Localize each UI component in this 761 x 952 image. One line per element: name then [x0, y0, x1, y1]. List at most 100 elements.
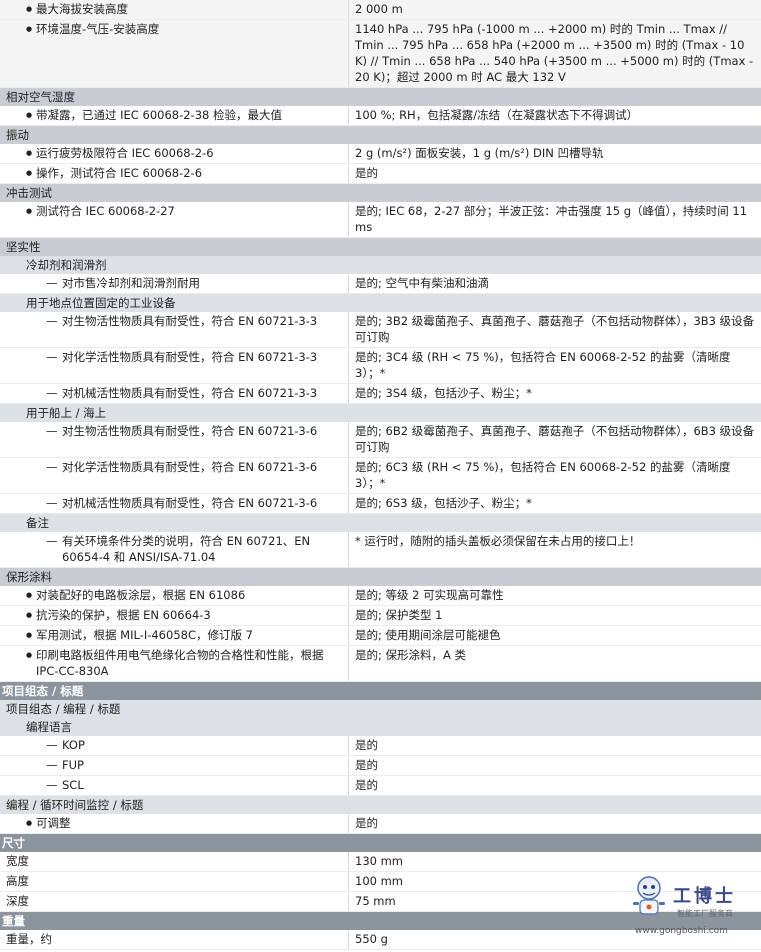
- dash-icon: —: [46, 386, 58, 400]
- spec-label-text: 测试符合 IEC 60068-2-27: [36, 204, 175, 218]
- spec-label-text: 可调整: [36, 816, 71, 830]
- spec-value: 是的; 保护类型 1: [348, 606, 761, 625]
- spec-value: 是的: [348, 776, 761, 795]
- spec-label-text: 对化学活性物质具有耐受性，符合 EN 60721-3-3: [62, 350, 318, 364]
- dash-icon: —: [46, 460, 58, 474]
- spec-label: — 对机械活性物质具有耐受性，符合 EN 60721-3-6: [0, 494, 348, 513]
- spec-label-text: 对机械活性物质具有耐受性，符合 EN 60721-3-3: [62, 386, 318, 400]
- spec-row: ● 可调整 是的: [0, 814, 761, 834]
- spec-label-text: 带凝露，已通过 IEC 60068-2-38 检验，最大值: [36, 108, 282, 122]
- dash-icon: —: [46, 424, 58, 438]
- spec-label-text: 抗污染的保护，根据 EN 60664-3: [36, 608, 211, 622]
- dash-icon: —: [46, 778, 58, 792]
- bullet-icon: ●: [26, 207, 33, 215]
- bullet-icon: ●: [26, 651, 33, 659]
- spec-value: 是的; 3B2 级霉菌孢子、真菌孢子、蘑菇孢子（不包括动物群体），3B3 级设备…: [348, 312, 761, 347]
- spec-row: ● 印刷电路板组件用电气绝缘化合物的合格性和性能，根据 IPC-CC-830A 是的…: [0, 646, 761, 682]
- spec-row: ● 带凝露，已通过 IEC 60068-2-38 检验，最大值 100 %; RH，…: [0, 106, 761, 126]
- spec-value: 是的: [348, 164, 761, 183]
- subsection-header: 编程 / 循环时间监控 / 标题: [0, 796, 761, 814]
- bullet-icon: ●: [26, 149, 33, 157]
- spec-label: ● 对装配好的电路板涂层，根据 EN 61086: [0, 586, 348, 605]
- bullet-icon: ●: [26, 631, 33, 639]
- spec-row: — SCL 是的: [0, 776, 761, 796]
- spec-label: — 对市售冷却剂和润滑剂耐用: [0, 274, 348, 293]
- bullet-icon: ●: [26, 169, 33, 177]
- spec-label: — 对化学活性物质具有耐受性，符合 EN 60721-3-6: [0, 458, 348, 493]
- spec-row: — 对机械活性物质具有耐受性，符合 EN 60721-3-6 是的; 6S3 级，包…: [0, 494, 761, 514]
- spec-label-text: 环境温度-气压-安装高度: [36, 22, 160, 36]
- spec-row: ● 军用测试，根据 MIL-I-46058C，修订版 7 是的; 使用期间涂层可能褪…: [0, 626, 761, 646]
- watermark-brand: 工博士: [673, 886, 736, 907]
- spec-label: ● 最大海拔安装高度: [0, 0, 348, 19]
- spec-label-text: 对机械活性物质具有耐受性，符合 EN 60721-3-6: [62, 496, 318, 510]
- spec-row: ● 测试符合 IEC 60068-2-27 是的; IEC 68，2-27 部分；半…: [0, 202, 761, 238]
- spec-value: 100 %; RH，包括凝露/冻结（在凝露状态下不得调试）: [348, 106, 761, 125]
- spec-row: — 有关环境条件分类的说明，符合 EN 60721、EN 60654-4 和 AN…: [0, 532, 761, 568]
- section-header: 坚实性: [0, 238, 761, 256]
- bullet-icon: ●: [26, 591, 33, 599]
- spec-label-text: 运行疲劳极限符合 IEC 60068-2-6: [36, 146, 214, 160]
- spec-label-text: 高度: [6, 874, 29, 888]
- spec-row: — 对机械活性物质具有耐受性，符合 EN 60721-3-3 是的; 3S4 级，包…: [0, 384, 761, 404]
- spec-label: 深度: [0, 892, 348, 911]
- spec-value: 是的; 6B2 级霉菌孢子、真菌孢子、蘑菇孢子（不包括动物群体），6B3 级设备…: [348, 422, 761, 457]
- spec-value: 是的: [348, 756, 761, 775]
- spec-label: ● 可调整: [0, 814, 348, 833]
- watermark-tagline: 智能工厂服务商: [677, 909, 733, 918]
- spec-label-text: FUP: [62, 758, 84, 772]
- spec-label: — KOP: [0, 736, 348, 755]
- spec-label: 宽度: [0, 852, 348, 871]
- spec-row: — 对化学活性物质具有耐受性，符合 EN 60721-3-3 是的; 3C4 级 (…: [0, 348, 761, 384]
- spec-row: — 对生物活性物质具有耐受性，符合 EN 60721-3-6 是的; 6B2 级霉菌…: [0, 422, 761, 458]
- spec-label-text: 有关环境条件分类的说明，符合 EN 60721、EN 60654-4 和 ANS…: [62, 534, 311, 564]
- spec-row: ● 最大海拔安装高度 2 000 m: [0, 0, 761, 20]
- spec-label: ● 运行疲劳极限符合 IEC 60068-2-6: [0, 144, 348, 163]
- major-section-header: 项目组态 / 标题: [0, 682, 761, 700]
- spec-value: 是的; 6C3 级 (RH < 75 %)，包括符合 EN 60068-2-52…: [348, 458, 761, 493]
- spec-label: 高度: [0, 872, 348, 891]
- spec-label-text: KOP: [62, 738, 85, 752]
- spec-label: — SCL: [0, 776, 348, 795]
- spec-label-text: 重量，约: [6, 932, 52, 946]
- spec-value: 1140 hPa ... 795 hPa (-1000 m ... +2000 …: [348, 20, 761, 87]
- spec-label-text: SCL: [62, 778, 84, 792]
- dash-icon: —: [46, 496, 58, 510]
- spec-row: — 对化学活性物质具有耐受性，符合 EN 60721-3-6 是的; 6C3 级 (…: [0, 458, 761, 494]
- spec-label: ● 军用测试，根据 MIL-I-46058C，修订版 7: [0, 626, 348, 645]
- spec-label: — 对化学活性物质具有耐受性，符合 EN 60721-3-3: [0, 348, 348, 383]
- subsection-header: 备注: [0, 514, 761, 532]
- spec-row: — KOP 是的: [0, 736, 761, 756]
- spec-label: — 对机械活性物质具有耐受性，符合 EN 60721-3-3: [0, 384, 348, 403]
- bullet-icon: ●: [26, 611, 33, 619]
- spec-value: 是的; 3S4 级，包括沙子、粉尘；*: [348, 384, 761, 403]
- spec-row: ● 操作，测试符合 IEC 60068-2-6 是的: [0, 164, 761, 184]
- spec-label: ● 抗污染的保护，根据 EN 60664-3: [0, 606, 348, 625]
- spec-value: 是的; IEC 68，2-27 部分；半波正弦：冲击强度 15 g（峰值），持续…: [348, 202, 761, 237]
- dash-icon: —: [46, 758, 58, 772]
- section-header: 保形涂料: [0, 568, 761, 586]
- bullet-icon: ●: [26, 819, 33, 827]
- spec-value: 是的; 保形涂料，A 类: [348, 646, 761, 681]
- spec-value: 是的; 6S3 级，包括沙子、粉尘；*: [348, 494, 761, 513]
- spec-value: 是的; 3C4 级 (RH < 75 %)，包括符合 EN 60068-2-52…: [348, 348, 761, 383]
- spec-value: 是的; 等级 2 可实现高可靠性: [348, 586, 761, 605]
- dash-icon: —: [46, 350, 58, 364]
- spec-row: ● 对装配好的电路板涂层，根据 EN 61086 是的; 等级 2 可实现高可靠性: [0, 586, 761, 606]
- dash-icon: —: [46, 314, 58, 328]
- spec-row: — FUP 是的: [0, 756, 761, 776]
- spec-value: * 运行时，随附的插头盖板必须保留在未占用的接口上！: [348, 532, 761, 567]
- subsection-header: 冷却剂和润滑剂: [0, 256, 761, 274]
- bullet-icon: ●: [26, 5, 33, 13]
- spec-label-text: 对化学活性物质具有耐受性，符合 EN 60721-3-6: [62, 460, 318, 474]
- spec-label: — FUP: [0, 756, 348, 775]
- bullet-icon: ●: [26, 111, 33, 119]
- spec-value: 是的: [348, 814, 761, 833]
- spec-row: ● 环境温度-气压-安装高度 1140 hPa ... 795 hPa (-1000…: [0, 20, 761, 88]
- dash-icon: —: [46, 534, 58, 548]
- robot-mascot-icon: [633, 876, 665, 915]
- spec-label-text: 对装配好的电路板涂层，根据 EN 61086: [36, 588, 246, 602]
- spec-label-text: 对生物活性物质具有耐受性，符合 EN 60721-3-6: [62, 424, 318, 438]
- spec-value: 2 g (m/s²) 面板安装，1 g (m/s²) DIN 凹槽导轨: [348, 144, 761, 163]
- spec-label: ● 测试符合 IEC 60068-2-27: [0, 202, 348, 237]
